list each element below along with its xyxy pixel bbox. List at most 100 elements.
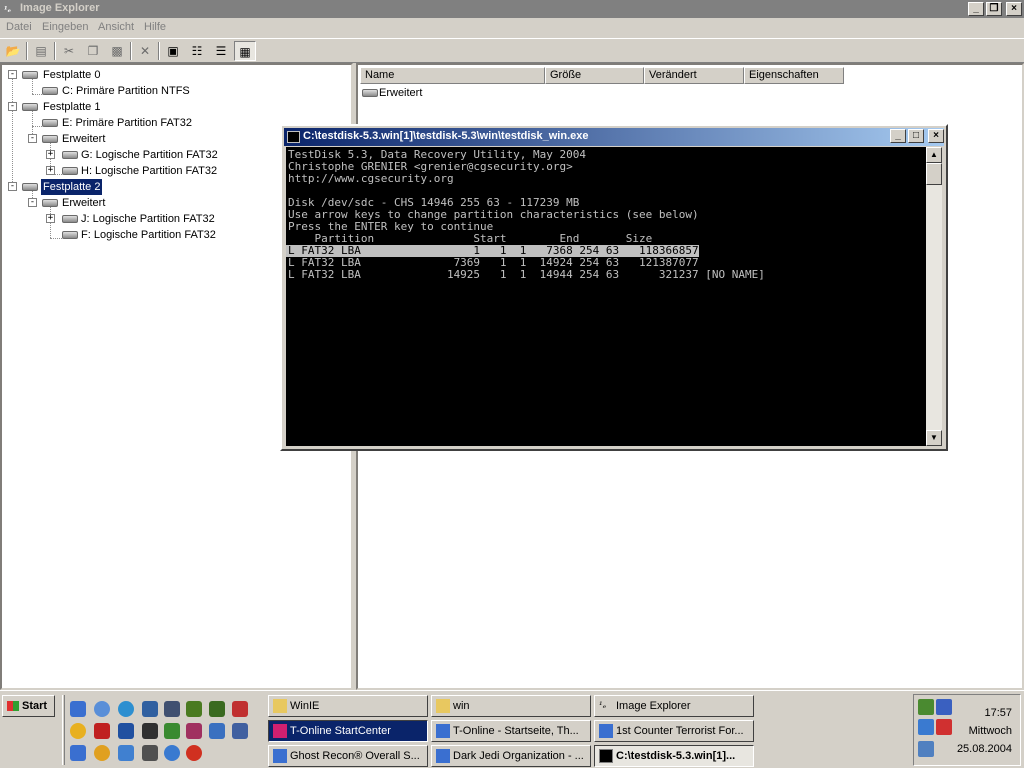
scroll-up-icon[interactable]: ▲	[926, 147, 942, 163]
details-view-icon[interactable]: ▦	[234, 41, 256, 61]
console-window[interactable]: C:\testdisk-5.3.win[1]\testdisk-5.3\win\…	[280, 124, 948, 451]
console-line	[286, 377, 926, 389]
menu-hilfe[interactable]: Hilfe	[144, 21, 166, 33]
collapse-icon[interactable]: -	[28, 198, 37, 207]
expand-icon[interactable]: +	[46, 214, 55, 223]
media-icon[interactable]	[94, 745, 110, 761]
monitor-icon[interactable]	[936, 699, 952, 715]
console-output[interactable]: TestDisk 5.3, Data Recovery Utility, May…	[286, 147, 926, 446]
minimize-button[interactable]: _	[968, 2, 984, 16]
task-button-t-online-startseite[interactable]: T-Online - Startseite, Th...	[431, 720, 591, 742]
menu-datei[interactable]: Datei	[6, 21, 32, 33]
list-item-name: Erweitert	[379, 87, 423, 99]
edit-icon[interactable]	[232, 723, 248, 739]
antivirus-icon[interactable]	[936, 719, 952, 735]
collapse-icon[interactable]: -	[8, 70, 17, 79]
close-button[interactable]: ×	[1006, 2, 1022, 16]
window-icon[interactable]	[118, 723, 134, 739]
partition-icon	[42, 119, 58, 127]
start-button[interactable]: Start	[2, 695, 55, 717]
expand-icon[interactable]: +	[46, 166, 55, 175]
quicklaunch-grip[interactable]	[62, 695, 65, 765]
console-line	[286, 353, 926, 365]
ie-icon[interactable]	[70, 701, 86, 717]
menu-eingeben[interactable]: Eingeben	[42, 21, 89, 33]
app-icon[interactable]	[186, 723, 202, 739]
task-label: Dark Jedi Organization - ...	[453, 750, 584, 762]
folder-icon	[273, 699, 287, 713]
tree-line	[32, 94, 42, 95]
app-icon[interactable]	[164, 745, 180, 761]
browser-icon[interactable]	[186, 745, 202, 761]
tools-icon[interactable]	[232, 701, 248, 717]
task-button-counter-terrorist[interactable]: 1st Counter Terrorist For...	[594, 720, 754, 742]
close-button[interactable]: ×	[928, 129, 944, 143]
task-button-testdisk[interactable]: C:\testdisk-5.3.win[1]...	[594, 745, 754, 767]
console-line	[286, 389, 926, 401]
task-button-ghost-recon[interactable]: Ghost Recon® Overall S...	[268, 745, 428, 767]
game-icon[interactable]	[186, 701, 202, 717]
clock-day: Mittwoch	[968, 725, 1012, 737]
large-icons-view-icon[interactable]: ▣	[162, 41, 184, 61]
scroll-thumb[interactable]	[926, 163, 942, 185]
console-title-bar[interactable]: C:\testdisk-5.3.win[1]\testdisk-5.3\win\…	[284, 128, 944, 146]
copy-icon[interactable]: ❐	[82, 41, 104, 61]
delete-icon[interactable]: ✕	[134, 41, 156, 61]
ie-icon[interactable]	[70, 745, 86, 761]
speaker-icon[interactable]	[918, 741, 934, 757]
window-icon[interactable]	[209, 723, 225, 739]
task-button-win[interactable]: win	[431, 695, 591, 717]
collapse-icon[interactable]: -	[8, 102, 17, 111]
console-line	[286, 425, 926, 437]
restore-button[interactable]: ❐	[986, 2, 1002, 16]
collapse-icon[interactable]: -	[28, 134, 37, 143]
column-header-size[interactable]: Größe	[545, 67, 644, 84]
app-icon: ¹ₑ	[4, 4, 12, 14]
console-text: http://www.cgsecurity.org	[288, 172, 454, 185]
app-title-bar[interactable]: ¹ₑ Image Explorer _ ❐ ×	[0, 0, 1024, 18]
expand-icon[interactable]: +	[46, 150, 55, 159]
bug-icon[interactable]	[142, 745, 158, 761]
small-icons-view-icon[interactable]: ☷	[186, 41, 208, 61]
globe-icon[interactable]	[118, 701, 134, 717]
taskbar: Start WinIE win ¹ₑ Image Explorer T-Onli…	[0, 690, 1024, 768]
maximize-button[interactable]: □	[908, 129, 924, 143]
collapse-icon[interactable]: -	[8, 182, 17, 191]
media-icon[interactable]	[70, 723, 86, 739]
tool-icon[interactable]	[164, 701, 180, 717]
task-label: T-Online - Startseite, Th...	[453, 725, 579, 737]
task-button-t-online[interactable]: T-Online StartCenter	[268, 720, 428, 742]
list-view-icon[interactable]: ☰	[210, 41, 232, 61]
tree-item-label: F: Logische Partition FAT32	[81, 229, 216, 241]
chat-icon[interactable]	[118, 745, 134, 761]
menu-ansicht[interactable]: Ansicht	[98, 21, 134, 33]
cut-icon[interactable]: ✂	[58, 41, 80, 61]
drive-properties-icon[interactable]: ▤	[30, 41, 52, 61]
globe-icon[interactable]	[918, 719, 934, 735]
game-pro-icon[interactable]	[164, 723, 180, 739]
column-header-name[interactable]: Name	[360, 67, 545, 84]
console-line	[286, 437, 926, 446]
tree-item-label: C: Primäre Partition NTFS	[62, 85, 190, 97]
column-header-properties[interactable]: Eigenschaften	[744, 67, 844, 84]
task-button-image-explorer[interactable]: ¹ₑ Image Explorer	[594, 695, 754, 717]
scroll-down-icon[interactable]: ▼	[926, 430, 942, 446]
start-label: Start	[22, 700, 48, 712]
minimize-button[interactable]: _	[890, 129, 906, 143]
user-icon[interactable]	[94, 701, 110, 717]
network-icon[interactable]	[918, 699, 934, 715]
teamspeak-icon[interactable]	[142, 701, 158, 717]
paste-icon[interactable]: ▩	[106, 41, 128, 61]
clock-time[interactable]: 17:57	[984, 707, 1012, 719]
task-button-winie[interactable]: WinIE	[268, 695, 428, 717]
console-icon[interactable]	[142, 723, 158, 739]
open-folder-icon[interactable]: 📂	[2, 41, 24, 61]
folder-icon	[436, 699, 450, 713]
skull-icon[interactable]	[209, 701, 225, 717]
app-icon[interactable]	[94, 723, 110, 739]
console-scrollbar[interactable]: ▲ ▼	[926, 147, 942, 446]
task-button-dark-jedi[interactable]: Dark Jedi Organization - ...	[431, 745, 591, 767]
window-title: Image Explorer	[20, 2, 100, 14]
ie-icon	[273, 749, 287, 763]
column-header-modified[interactable]: Verändert	[644, 67, 744, 84]
